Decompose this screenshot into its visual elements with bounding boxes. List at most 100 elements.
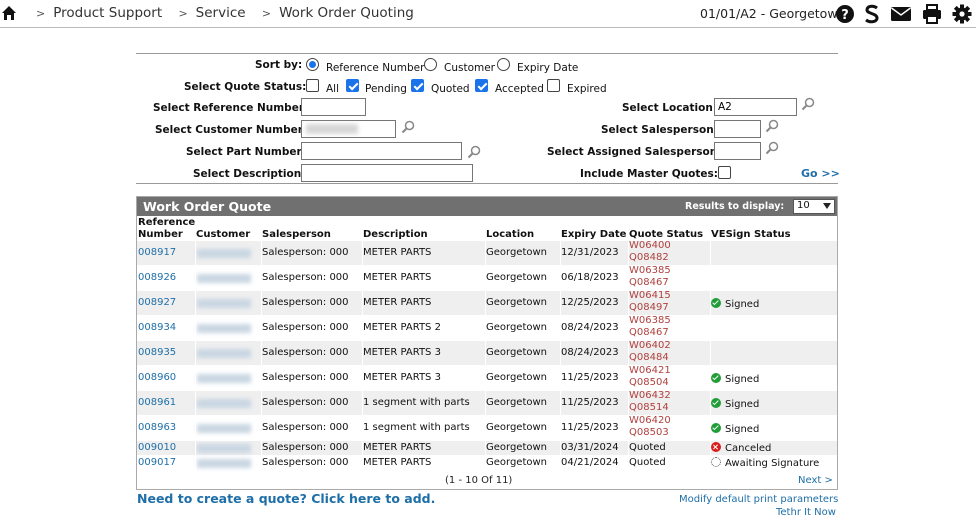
quote-status-line[interactable]: Q08484: [629, 352, 671, 364]
table-row[interactable]: 008917 Salesperson: 000 METER PARTS Georget…: [137, 240, 837, 265]
status-all-checkbox[interactable]: [306, 79, 319, 92]
reference-number-link[interactable]: 009010: [138, 442, 176, 453]
location-search-icon[interactable]: [801, 97, 815, 111]
status-pending-checkbox[interactable]: [346, 79, 359, 92]
quote-status-cell[interactable]: W06432 Q08514: [629, 390, 671, 414]
svg-text:?: ?: [841, 8, 849, 23]
customer-search-icon[interactable]: [401, 120, 415, 134]
quote-status-cell[interactable]: W06400 Q08482: [629, 240, 671, 264]
salesperson-cell: Salesperson: 000: [262, 347, 349, 358]
print-icon[interactable]: [922, 4, 942, 24]
reference-number-label: Select Reference Number:: [153, 102, 309, 114]
quote-status-line[interactable]: Q08514: [629, 402, 671, 414]
assigned-salesperson-input[interactable]: [714, 142, 761, 160]
mail-icon[interactable]: [890, 4, 912, 24]
table-row[interactable]: 009010 Salesperson: 000 METER PARTS Georget…: [137, 441, 837, 455]
quote-status-line[interactable]: Q08504: [629, 377, 671, 389]
col-header-location[interactable]: Location: [486, 229, 534, 241]
help-icon[interactable]: ?: [835, 4, 855, 24]
reference-number-link[interactable]: 008917: [138, 247, 176, 258]
quote-status-line[interactable]: W06400: [629, 240, 671, 252]
quote-status-line[interactable]: W06385: [629, 265, 671, 277]
location-cell: Georgetown: [486, 442, 548, 453]
reference-number-link[interactable]: 008934: [138, 322, 176, 333]
location-input[interactable]: [714, 98, 797, 116]
col-header-reference[interactable]: Reference Number: [138, 217, 195, 240]
table-row[interactable]: 008960 Salesperson: 000 METER PARTS 3 Georg…: [137, 365, 837, 390]
tethr-it-now-link[interactable]: Tethr It Now: [776, 507, 836, 518]
status-quoted-label: Quoted: [431, 83, 470, 95]
part-number-input[interactable]: [301, 142, 462, 160]
reference-number-link[interactable]: 008926: [138, 272, 176, 283]
quote-status-line[interactable]: W06421: [629, 365, 671, 377]
s-app-icon[interactable]: [862, 4, 882, 24]
home-icon[interactable]: [1, 5, 17, 21]
table-row[interactable]: 009017 Salesperson: 000 METER PARTS Georget…: [137, 456, 837, 470]
table-row[interactable]: 008926 Salesperson: 000 METER PARTS Georget…: [137, 265, 837, 290]
results-to-display-select[interactable]: 10: [793, 199, 835, 214]
col-header-customer[interactable]: Customer: [196, 229, 250, 241]
quote-status-line[interactable]: Q08482: [629, 252, 671, 264]
part-search-icon[interactable]: [467, 145, 481, 159]
expiry-date-cell: 08/24/2023: [561, 347, 619, 358]
reference-number-link[interactable]: 008961: [138, 397, 176, 408]
breadcrumb-service[interactable]: Service: [196, 5, 246, 21]
quote-status-cell[interactable]: W06415 Q08497: [629, 290, 671, 314]
salesperson-search-icon[interactable]: [765, 119, 779, 133]
current-location[interactable]: 01/01/A2 - Georgetown: [700, 6, 845, 21]
next-page-link[interactable]: Next >: [798, 475, 833, 486]
table-row[interactable]: 008934 Salesperson: 000 METER PARTS 2 Georg…: [137, 315, 837, 340]
quote-status-line[interactable]: W06420: [629, 415, 671, 427]
reference-number-link[interactable]: 009017: [138, 457, 176, 468]
settings-icon[interactable]: [952, 4, 972, 24]
table-row[interactable]: 008963 Salesperson: 000 1 segment with par…: [137, 415, 837, 440]
customer-number-input[interactable]: [301, 120, 396, 138]
reference-number-link[interactable]: 008963: [138, 422, 176, 433]
status-pending-label: Pending: [365, 83, 407, 95]
quote-status-line[interactable]: W06385: [629, 315, 671, 327]
quote-status-cell: Quoted: [629, 457, 666, 468]
description-input[interactable]: [301, 164, 473, 182]
quote-status-cell[interactable]: W06421 Q08504: [629, 365, 671, 389]
status-quoted-checkbox[interactable]: [411, 79, 424, 92]
sort-customer-radio[interactable]: [424, 58, 437, 71]
quote-status-cell[interactable]: W06402 Q08484: [629, 340, 671, 364]
table-row[interactable]: 008935 Salesperson: 000 METER PARTS 3 Georg…: [137, 340, 837, 365]
create-quote-link[interactable]: Need to create a quote? Click here to ad…: [137, 491, 435, 506]
col-header-salesperson[interactable]: Salesperson: [262, 229, 331, 241]
table-row[interactable]: 008927 Salesperson: 000 METER PARTS Georget…: [137, 290, 837, 315]
include-master-checkbox[interactable]: [718, 166, 731, 179]
col-header-description[interactable]: Description: [363, 229, 428, 241]
assigned-salesperson-search-icon[interactable]: [765, 141, 779, 155]
quote-status-cell: Quoted: [629, 442, 666, 453]
salesperson-input[interactable]: [714, 120, 761, 138]
breadcrumb-product-support[interactable]: Product Support: [53, 5, 162, 21]
quote-status-line[interactable]: Q08467: [629, 277, 671, 289]
pagination-summary: (1 - 10 Of 11): [445, 475, 513, 486]
quote-status-line[interactable]: Q08467: [629, 327, 671, 339]
quote-status-cell[interactable]: W06385 Q08467: [629, 315, 671, 339]
quote-status-line[interactable]: Q08497: [629, 302, 671, 314]
quote-status-cell[interactable]: W06420 Q08503: [629, 415, 671, 439]
quote-status-cell[interactable]: W06385 Q08467: [629, 265, 671, 289]
vesign-status-cell: Signed: [711, 373, 759, 385]
customer-name-redacted: [197, 459, 251, 468]
quote-status-line[interactable]: Q08503: [629, 427, 671, 439]
reference-number-link[interactable]: 008927: [138, 297, 176, 308]
reference-number-link[interactable]: 008960: [138, 372, 176, 383]
quote-status-line[interactable]: W06402: [629, 340, 671, 352]
modify-print-parameters-link[interactable]: Modify default print parameters: [679, 494, 838, 505]
go-button[interactable]: Go >>: [801, 167, 840, 180]
sort-expiry-radio[interactable]: [497, 58, 510, 71]
reference-number-link[interactable]: 008935: [138, 347, 176, 358]
status-accepted-checkbox[interactable]: [475, 79, 488, 92]
col-header-vesign-status[interactable]: VESign Status: [711, 229, 791, 241]
col-header-quote-status[interactable]: Quote Status: [629, 229, 703, 241]
table-row[interactable]: 008961 Salesperson: 000 1 segment with par…: [137, 390, 837, 415]
status-expired-checkbox[interactable]: [547, 79, 560, 92]
sort-reference-radio[interactable]: [306, 58, 319, 71]
quote-status-line[interactable]: W06432: [629, 390, 671, 402]
quote-status-line[interactable]: W06415: [629, 290, 671, 302]
col-header-expiry[interactable]: Expiry Date: [561, 229, 626, 241]
reference-number-input[interactable]: [301, 98, 366, 116]
